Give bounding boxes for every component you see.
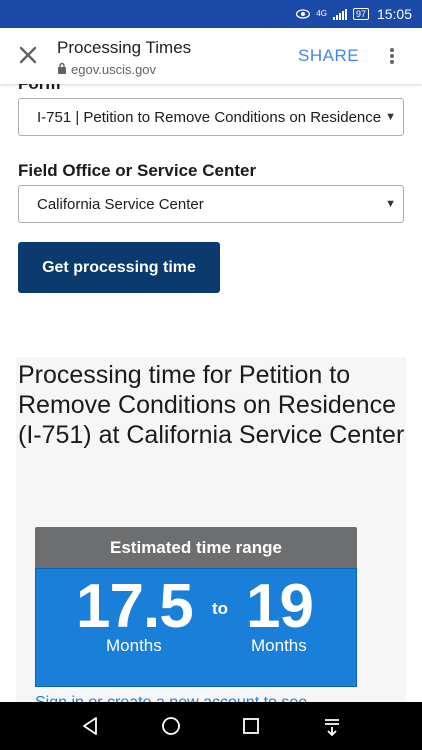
dropdown-arrow-icon: ▼ <box>385 198 396 210</box>
form-label: Form <box>18 84 61 94</box>
estimated-range-box: Estimated time range 17.5 to 19 Months M… <box>35 527 357 687</box>
url-text: egov.uscis.gov <box>71 62 157 77</box>
dropdown-arrow-icon: ▼ <box>385 111 396 123</box>
range-from-value: 17.5 <box>76 572 194 641</box>
battery-icon: 97 <box>352 8 369 20</box>
range-to-value: 19 <box>246 572 314 641</box>
clock: 15:05 <box>376 6 412 22</box>
result-title: Processing time for Petition to Remove C… <box>18 361 405 449</box>
status-bar: 4G 97 15:05 <box>0 0 422 28</box>
share-button[interactable]: SHARE <box>298 46 359 66</box>
range-header: Estimated time range <box>35 527 357 568</box>
network-type: 4G <box>316 9 327 18</box>
page-title: Processing Times <box>57 38 192 57</box>
lock-icon <box>57 62 67 77</box>
form-select-value: I-751 | Petition to Remove Conditions on… <box>37 108 382 126</box>
more-vert-icon[interactable] <box>382 42 402 70</box>
system-nav-bar <box>0 702 422 750</box>
back-icon[interactable] <box>76 712 104 740</box>
browser-toolbar: Processing Times egov.uscis.gov SHARE <box>0 28 422 84</box>
range-body: 17.5 to 19 Months Months <box>35 568 357 687</box>
office-select-value: California Service Center <box>37 195 204 213</box>
eye-icon <box>296 7 311 22</box>
home-icon[interactable] <box>157 712 185 740</box>
range-from-unit: Months <box>106 636 162 655</box>
get-processing-time-button[interactable]: Get processing time <box>18 242 220 293</box>
signal-icon <box>332 8 347 20</box>
notifications-icon[interactable] <box>318 712 346 740</box>
page-content: Form I-751 | Petition to Remove Conditio… <box>0 84 422 702</box>
range-to-unit: Months <box>251 636 307 655</box>
range-to-word: to <box>212 599 229 618</box>
office-select[interactable]: California Service Center ▼ <box>18 185 404 223</box>
page-url: egov.uscis.gov <box>57 62 156 77</box>
recents-icon[interactable] <box>237 712 265 740</box>
form-select[interactable]: I-751 | Petition to Remove Conditions on… <box>18 98 404 136</box>
office-label: Field Office or Service Center <box>18 161 257 180</box>
close-icon[interactable] <box>14 41 42 69</box>
sign-in-link[interactable]: Sign in or create a new account to see <box>35 694 307 702</box>
